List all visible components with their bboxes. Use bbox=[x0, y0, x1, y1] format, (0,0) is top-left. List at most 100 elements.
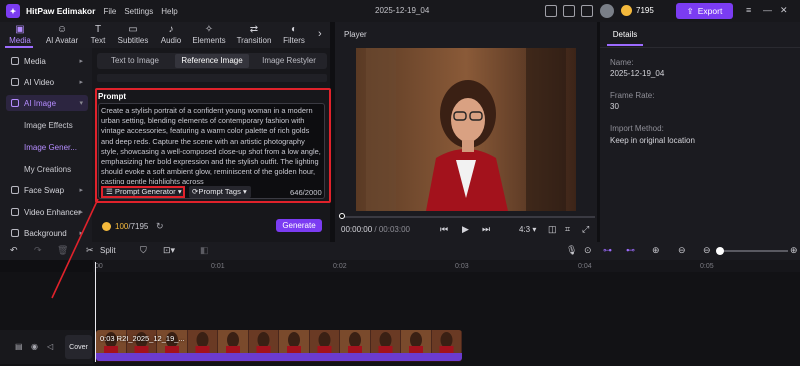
redo-icon[interactable]: ↷ bbox=[34, 245, 42, 256]
frame-rate-value: 30 bbox=[610, 102, 619, 111]
app-logo: ✦ bbox=[6, 4, 20, 18]
sidebar-item-media[interactable]: Media ▸ bbox=[6, 53, 88, 69]
fullscreen-icon[interactable]: ⤢ bbox=[582, 224, 589, 235]
clip-thumbnail-figure bbox=[196, 332, 209, 348]
import-method-label: Import Method: bbox=[610, 124, 664, 133]
transition-icon: ⇄ bbox=[249, 24, 259, 35]
zoom-in-icon[interactable]: ⊕ bbox=[790, 245, 798, 256]
play-icon[interactable]: ▶ bbox=[462, 224, 469, 235]
list-icon: ☰ bbox=[106, 187, 115, 196]
keyframe-icon[interactable]: ⊕ bbox=[652, 245, 660, 256]
keyboard-icon[interactable] bbox=[563, 5, 575, 17]
mode-image-restyler[interactable]: Image Restyler bbox=[253, 54, 325, 68]
refresh-icon[interactable]: ↻ bbox=[156, 221, 164, 232]
clip-thumbnail-figure bbox=[410, 332, 422, 348]
split-label[interactable]: Split bbox=[100, 246, 116, 255]
zoom-slider[interactable] bbox=[718, 250, 788, 252]
sidebar-item-ai-video[interactable]: AI Video ▸ bbox=[6, 74, 88, 90]
tab-audio[interactable]: ♪ Audio bbox=[151, 24, 191, 45]
tab-details[interactable]: Details bbox=[607, 26, 643, 46]
dropdown-icon: ▾ bbox=[175, 187, 182, 196]
undo-icon[interactable]: ↶ bbox=[10, 245, 18, 256]
sidebar-sub-my-creations[interactable]: My Creations bbox=[24, 165, 71, 174]
sidebar-sub-image-effects[interactable]: Image Effects bbox=[24, 121, 73, 130]
elements-icon: ✧ bbox=[204, 24, 214, 35]
menu-file[interactable]: File bbox=[103, 7, 116, 16]
mute-icon[interactable]: ◁ bbox=[47, 342, 53, 351]
avatar[interactable] bbox=[600, 4, 614, 18]
cover-button[interactable]: Cover bbox=[65, 335, 92, 359]
clip-thumbnail-figure bbox=[349, 332, 361, 348]
tab-elements[interactable]: ✧ Elements bbox=[189, 24, 229, 45]
tab-transition[interactable]: ⇄ Transition bbox=[234, 24, 274, 45]
clip-thumbnail-figure bbox=[288, 332, 300, 348]
minimize-icon[interactable]: — bbox=[763, 5, 772, 15]
face-swap-icon bbox=[11, 186, 19, 194]
clip-label: 0:03 R2I_2025_12_19_... bbox=[100, 334, 185, 343]
crop-icon[interactable]: ⌗ bbox=[565, 224, 570, 235]
name-label: Name: bbox=[610, 58, 634, 67]
chevron-down-icon: ▾ bbox=[79, 100, 83, 107]
zoom-slider-handle[interactable] bbox=[716, 247, 724, 255]
audio-icon: ♪ bbox=[168, 24, 174, 35]
menu-help[interactable]: Help bbox=[161, 7, 177, 16]
video-preview[interactable] bbox=[356, 48, 576, 211]
media-icon bbox=[11, 57, 19, 65]
delete-icon[interactable]: 🗑 bbox=[57, 245, 68, 256]
media-icon: ▣ bbox=[15, 24, 25, 35]
ai-video-icon bbox=[11, 78, 19, 86]
sidebar-item-face-swap[interactable]: Face Swap ▸ bbox=[6, 182, 88, 198]
microphone-icon[interactable]: 🎙 bbox=[566, 245, 577, 256]
clip-audio-bar bbox=[96, 353, 462, 361]
prompt-tags-button[interactable]: ⟳Prompt Tags ▾ bbox=[189, 186, 251, 198]
tab-media[interactable]: ▣ Media bbox=[0, 24, 40, 45]
marker-icon[interactable]: ⛉ bbox=[140, 245, 147, 256]
player-label: Player bbox=[344, 30, 367, 39]
menu-icon[interactable]: ≡ bbox=[746, 5, 751, 15]
tab-subtitles[interactable]: ▭ Subtitles bbox=[113, 24, 153, 45]
reference-image-area[interactable] bbox=[97, 74, 327, 82]
auto-fit-icon[interactable]: ⊖ bbox=[678, 245, 686, 256]
sidebar-sub-image-generator[interactable]: Image Gener... bbox=[24, 143, 77, 152]
playhead[interactable] bbox=[95, 262, 96, 362]
sidebar-item-ai-image[interactable]: AI Image ▾ bbox=[6, 95, 88, 111]
sidebar-item-video-enhancer[interactable]: Video Enhancer ▸ bbox=[6, 204, 88, 220]
message-icon[interactable] bbox=[581, 5, 593, 17]
timeline-ruler[interactable] bbox=[93, 260, 800, 272]
snapshot-icon[interactable]: ◫ bbox=[548, 224, 557, 235]
tab-filters[interactable]: ◐ Filters bbox=[274, 24, 314, 45]
coin-icon bbox=[621, 5, 632, 16]
zoom-out-icon[interactable]: ⊖ bbox=[703, 245, 711, 256]
credit-cost: 100/7195 bbox=[115, 222, 149, 231]
chevron-right-icon: ▸ bbox=[79, 187, 83, 194]
lock-icon[interactable]: ▤ bbox=[15, 342, 23, 351]
screen-record-icon[interactable] bbox=[545, 5, 557, 17]
magnet-icon[interactable]: ⊶ bbox=[603, 245, 612, 256]
ai-image-icon bbox=[11, 99, 19, 107]
prompt-generator-button[interactable]: ☰ Prompt Generator ▾ bbox=[101, 186, 185, 198]
chevron-right-icon: ▸ bbox=[79, 209, 83, 216]
previous-frame-icon[interactable]: ⏮ bbox=[440, 224, 448, 235]
mode-text-to-image[interactable]: Text to Image bbox=[99, 54, 171, 68]
freeze-icon[interactable]: ◧ bbox=[200, 245, 209, 256]
scrubber-handle[interactable] bbox=[339, 213, 345, 219]
chevron-right-icon: ▸ bbox=[79, 58, 83, 65]
background-icon bbox=[11, 229, 19, 237]
mode-reference-image[interactable]: Reference Image bbox=[175, 54, 249, 68]
generate-button[interactable]: Generate bbox=[276, 219, 322, 232]
visibility-icon[interactable]: ◉ bbox=[31, 342, 38, 351]
tick-label: 0:03 bbox=[455, 263, 469, 270]
export-button[interactable]: ⇪ Export bbox=[676, 3, 733, 19]
link-icon[interactable]: ⊷ bbox=[626, 245, 635, 256]
close-icon[interactable]: ✕ bbox=[780, 5, 788, 16]
next-frame-icon[interactable]: ⏭ bbox=[482, 224, 490, 235]
sidebar-item-background[interactable]: Background ▸ bbox=[6, 225, 88, 241]
chevron-right-icon[interactable]: › bbox=[318, 28, 322, 40]
tab-text[interactable]: T Text bbox=[78, 24, 118, 45]
text-tool-icon[interactable]: ⊡▾ bbox=[163, 245, 175, 256]
split-icon[interactable]: ✂ bbox=[86, 245, 94, 256]
playback-scrubber[interactable] bbox=[341, 216, 595, 218]
aspect-ratio-select[interactable]: 4:3 ▾ bbox=[519, 225, 536, 234]
record-icon[interactable]: ⊙ bbox=[584, 245, 592, 256]
menu-settings[interactable]: Settings bbox=[124, 7, 153, 16]
